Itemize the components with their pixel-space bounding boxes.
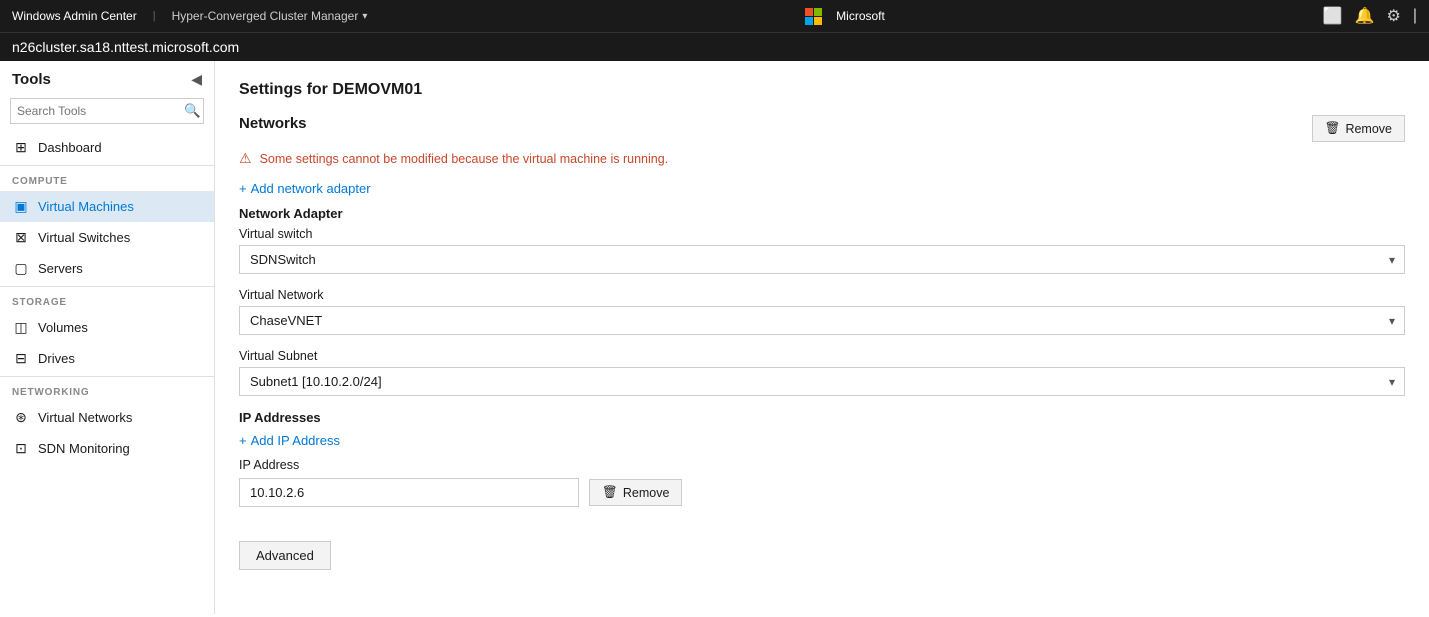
notification-icon[interactable]: 🔔 — [1355, 6, 1375, 26]
virtual-subnet-dropdown-wrap: Subnet1 [10.10.2.0/24] ▾ — [239, 367, 1405, 396]
plus-icon: + — [239, 433, 247, 448]
sidebar-item-drives[interactable]: ⊟ Drives — [0, 343, 214, 374]
drives-icon: ⊟ — [12, 350, 30, 367]
cluster-name: n26cluster.sa18.nttest.microsoft.com — [12, 39, 239, 55]
sidebar-item-label: Drives — [38, 351, 75, 366]
sidebar-item-volumes[interactable]: ◫ Volumes — [0, 312, 214, 343]
virtual-switch-label: Virtual switch — [239, 227, 1405, 241]
compute-section-label: COMPUTE — [0, 168, 214, 191]
cluster-manager-label[interactable]: Hyper-Converged Cluster Manager ▾ — [172, 9, 368, 23]
sidebar-item-label: Dashboard — [38, 140, 102, 155]
virtual-network-label: Virtual Network — [239, 288, 1405, 302]
sidebar-header: Tools ◀ — [0, 61, 214, 94]
add-ip-address-button[interactable]: + Add IP Address — [239, 433, 340, 448]
networking-section-label: NETWORKING — [0, 379, 214, 402]
sidebar-title: Tools — [12, 71, 51, 88]
main-layout: Tools ◀ 🔍 ⊞ Dashboard COMPUTE ▣ Virtual … — [0, 61, 1429, 614]
vswitch-icon: ⊠ — [12, 229, 30, 246]
sidebar-item-label: Virtual Switches — [38, 230, 130, 245]
display-icon[interactable]: ⬜ — [1323, 6, 1343, 26]
sidebar-item-dashboard[interactable]: ⊞ Dashboard — [0, 132, 214, 163]
virtual-subnet-label: Virtual Subnet — [239, 349, 1405, 363]
chevron-down-icon: ▾ — [362, 11, 367, 22]
trash-icon: 🗑 — [602, 485, 618, 500]
sidebar-search-area: 🔍 — [0, 94, 214, 132]
dashboard-icon: ⊞ — [12, 139, 30, 156]
search-wrap: 🔍 — [10, 98, 204, 124]
sidebar-collapse-button[interactable]: ◀ — [191, 71, 202, 88]
user-icon[interactable]: | — [1413, 7, 1417, 25]
compute-divider — [0, 165, 214, 166]
trash-icon: 🗑 — [1325, 121, 1341, 136]
sidebar-item-sdn-monitoring[interactable]: ⊡ SDN Monitoring — [0, 433, 214, 464]
ip-addresses-section: IP Addresses + Add IP Address IP Address… — [239, 410, 1405, 507]
search-input[interactable] — [11, 100, 178, 122]
virtual-switch-select[interactable]: SDNSwitch — [239, 245, 1405, 274]
sidebar-item-servers[interactable]: ▢ Servers — [0, 253, 214, 284]
warning-text: Some settings cannot be modified because… — [260, 152, 669, 166]
topbar-icons: ⬜ 🔔 ⚙ | — [1323, 6, 1417, 26]
storage-section-label: STORAGE — [0, 289, 214, 312]
microsoft-label: Microsoft — [836, 9, 885, 23]
microsoft-logo — [805, 8, 822, 25]
sidebar-item-virtual-switches[interactable]: ⊠ Virtual Switches — [0, 222, 214, 253]
advanced-button[interactable]: Advanced — [239, 541, 331, 570]
topbar: Windows Admin Center | Hyper-Converged C… — [0, 0, 1429, 32]
sdn-icon: ⊡ — [12, 440, 30, 457]
warning-banner: ⚠ Some settings cannot be modified becau… — [239, 150, 1405, 167]
page-title: Settings for DEMOVM01 — [239, 81, 1405, 99]
remove-network-adapter-button[interactable]: 🗑 Remove — [1312, 115, 1405, 142]
sidebar-item-label: Virtual Networks — [38, 410, 132, 425]
vnet-icon: ⊛ — [12, 409, 30, 426]
section-title: Networks — [239, 115, 307, 132]
warning-icon: ⚠ — [239, 150, 252, 167]
storage-divider — [0, 286, 214, 287]
virtual-network-select[interactable]: ChaseVNET — [239, 306, 1405, 335]
ip-address-label: IP Address — [239, 458, 1405, 472]
ip-address-row: 🗑 Remove — [239, 478, 1405, 507]
remove-ip-button[interactable]: 🗑 Remove — [589, 479, 682, 506]
networking-divider — [0, 376, 214, 377]
section-header-row: Networks 🗑 Remove — [239, 115, 1405, 144]
subbar: n26cluster.sa18.nttest.microsoft.com — [0, 32, 1429, 61]
virtual-network-dropdown-wrap: ChaseVNET ▾ — [239, 306, 1405, 335]
sidebar-item-virtual-networks[interactable]: ⊛ Virtual Networks — [0, 402, 214, 433]
network-adapter-header: Network Adapter — [239, 206, 1405, 221]
virtual-subnet-field: Virtual Subnet Subnet1 [10.10.2.0/24] ▾ — [239, 349, 1405, 396]
settings-icon[interactable]: ⚙ — [1386, 6, 1400, 26]
topbar-separator: | — [153, 10, 156, 22]
virtual-network-field: Virtual Network ChaseVNET ▾ — [239, 288, 1405, 335]
sidebar-item-label: Volumes — [38, 320, 88, 335]
sidebar-item-virtual-machines[interactable]: ▣ Virtual Machines — [0, 191, 214, 222]
ip-input-wrap — [239, 478, 579, 507]
sidebar-item-label: Servers — [38, 261, 83, 276]
add-network-adapter-button[interactable]: + Add network adapter — [239, 181, 371, 196]
plus-icon: + — [239, 181, 247, 196]
virtual-switch-field: Virtual switch SDNSwitch ▾ — [239, 227, 1405, 274]
app-title: Windows Admin Center — [12, 9, 137, 23]
sidebar-item-label: Virtual Machines — [38, 199, 134, 214]
main-content: Settings for DEMOVM01 Networks 🗑 Remove … — [215, 61, 1429, 614]
vm-icon: ▣ — [12, 198, 30, 215]
search-button[interactable]: 🔍 — [178, 99, 207, 123]
ip-addresses-header: IP Addresses — [239, 410, 1405, 425]
ip-address-input[interactable] — [239, 478, 579, 507]
virtual-subnet-select[interactable]: Subnet1 [10.10.2.0/24] — [239, 367, 1405, 396]
sidebar: Tools ◀ 🔍 ⊞ Dashboard COMPUTE ▣ Virtual … — [0, 61, 215, 614]
virtual-switch-dropdown-wrap: SDNSwitch ▾ — [239, 245, 1405, 274]
servers-icon: ▢ — [12, 260, 30, 277]
sidebar-item-label: SDN Monitoring — [38, 441, 130, 456]
volumes-icon: ◫ — [12, 319, 30, 336]
